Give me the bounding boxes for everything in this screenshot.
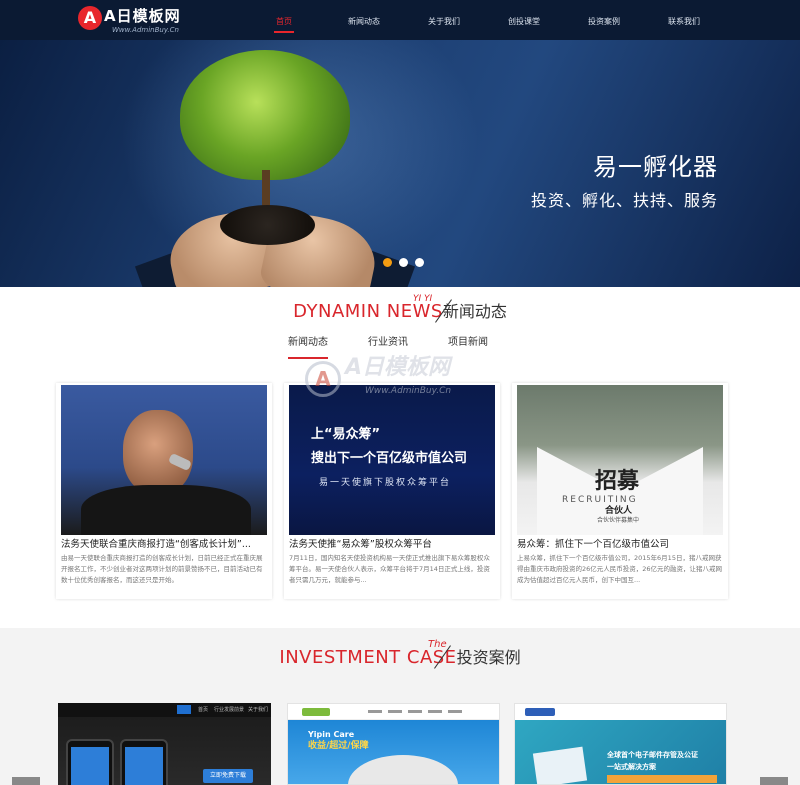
case2-nav-line [428, 710, 442, 713]
case3-logo [525, 708, 555, 716]
case1-nav-item-3: 关于我们 [248, 707, 269, 713]
case2-headline-2: 收益/超过/保障 [308, 741, 369, 751]
case3-highlight-bar [607, 775, 717, 783]
news-card-1[interactable]: 法务天使联合重庆商报打造“创客成长计划”... 由易一天使联合重庆商报打造的创客… [56, 383, 272, 599]
thumb2-line1: 上“易众筹” [311, 427, 381, 442]
case-thumbnail-1[interactable]: 首页 行业发展前景 关于我们 立即免费下载 [58, 703, 271, 785]
carousel-next-arrow-icon[interactable] [760, 777, 788, 785]
news-thumbnail-1[interactable] [61, 385, 267, 535]
news-card-2[interactable]: 上“易众筹” 搜出下一个百亿级市值公司 易一天使旗下股权众筹平台 法务天使推“易… [284, 383, 500, 599]
news-card-3[interactable]: 招募 RECRUITING 合伙人 合伙伙伴募集中 易众筹：抓住下一个百亿级市值… [512, 383, 728, 599]
case-thumbnail-2[interactable]: Yipin Care 收益/超过/保障 [287, 703, 500, 785]
case2-nav-line [388, 710, 402, 713]
nav-item-home[interactable]: 首页 [244, 0, 324, 40]
news-heading-en: DYNAMIN NEWS [293, 301, 443, 322]
case3-line2: 一站式解决方案 [607, 763, 656, 771]
news-heading-tag: YI YI [413, 294, 433, 304]
invest-heading-en: INVESTMENT CASE [279, 647, 457, 668]
news-thumbnail-3[interactable]: 招募 RECRUITING 合伙人 合伙伙伴募集中 [517, 385, 723, 535]
phone-image-1 [66, 739, 114, 785]
case1-nav-item-2: 行业发展前景 [214, 707, 245, 713]
tab-news[interactable]: 新闻动态 [288, 334, 328, 359]
case2-city-image [348, 755, 458, 784]
case3-line1: 全球首个电子邮件存管及公证 [607, 751, 698, 759]
hero-title: 易一孵化器 [593, 153, 718, 181]
news-thumbnail-2[interactable]: 上“易众筹” 搜出下一个百亿级市值公司 易一天使旗下股权众筹平台 [289, 385, 495, 535]
news-title-1[interactable]: 法务天使联合重庆商报打造“创客成长计划”... [61, 537, 267, 553]
tab-projects[interactable]: 项目新闻 [448, 334, 488, 359]
soil-image [220, 205, 315, 245]
slider-dot-1[interactable] [383, 258, 392, 267]
thumb3-line3: 合伙人 [605, 506, 633, 516]
slider-dots [383, 258, 424, 267]
logo-url: Www.AdminBuy.Cn [112, 26, 179, 34]
case2-nav-line [408, 710, 422, 713]
speaker-body-image [81, 485, 251, 535]
case1-nav-item-1: 首页 [198, 707, 209, 713]
logo-text: A日模板网 [104, 7, 181, 25]
case2-nav-line [368, 710, 382, 713]
thumb2-line2: 搜出下一个百亿级市值公司 [311, 451, 468, 466]
invest-heading-cn: 投资案例 [456, 648, 521, 667]
slider-dot-3[interactable] [415, 258, 424, 267]
speaker-head-image [123, 410, 193, 495]
site-logo[interactable]: A A日模板网 Www.AdminBuy.Cn [78, 6, 198, 36]
nav-item-cases[interactable]: 投资案例 [564, 0, 644, 40]
watermark-url: Www.AdminBuy.Cn [365, 386, 452, 396]
news-desc-3: 上易众筹，抓住下一个百亿级市值公司，2015年6月15日，猪八戒网获得由重庆市政… [517, 554, 723, 584]
watermark-text: A日模板网 [345, 355, 451, 380]
hero-banner[interactable]: 易一孵化器 投资、孵化、扶持、服务 [0, 40, 800, 287]
thumb3-line1: 招募 [595, 469, 640, 494]
nav-item-contact[interactable]: 联系我们 [644, 0, 724, 40]
thumb2-line3: 易一天使旗下股权众筹平台 [319, 478, 452, 488]
case3-banner: 全球首个电子邮件存管及公证 一站式解决方案 [515, 720, 726, 784]
nav-item-news[interactable]: 新闻动态 [324, 0, 404, 40]
hero-subtitle: 投资、孵化、扶持、服务 [530, 191, 718, 210]
tree-canopy-image [180, 50, 350, 180]
case2-nav-line [448, 710, 462, 713]
slider-dot-2[interactable] [399, 258, 408, 267]
site-header: A A日模板网 Www.AdminBuy.Cn 首页 新闻动态 关于我们 创投课… [0, 0, 800, 40]
watermark-logo-icon: A [305, 361, 341, 397]
nav-item-classroom[interactable]: 创投课堂 [484, 0, 564, 40]
news-desc-1: 由易一天使联合重庆商报打造的创客成长计划，日前已经正式在重庆展开报名工作，不少创… [61, 554, 263, 584]
case1-nav-selected [177, 705, 191, 714]
news-title-3[interactable]: 易众筹：抓住下一个百亿级市值公司 [517, 537, 723, 553]
case2-logo [302, 708, 330, 716]
logo-mark-icon: A [78, 6, 102, 30]
phone-image-2 [120, 739, 168, 785]
news-title-2[interactable]: 法务天使推“易众筹”股权众筹平台 [289, 537, 495, 553]
case1-download-button: 立即免费下载 [203, 769, 253, 783]
news-heading: DYNAMIN NEWS新闻动态 YI YI [0, 294, 800, 324]
nav-item-about[interactable]: 关于我们 [404, 0, 484, 40]
case2-headline-1: Yipin Care [308, 730, 355, 739]
invest-heading-tag: The [428, 639, 447, 650]
invest-heading: INVESTMENT CASE投资案例 The [0, 640, 800, 670]
case3-envelope-image [532, 746, 588, 784]
main-nav: 首页 新闻动态 关于我们 创投课堂 投资案例 联系我们 [244, 0, 724, 40]
thumb3-line4: 合伙伙伴募集中 [597, 517, 640, 524]
case-thumbnail-3[interactable]: 全球首个电子邮件存管及公证 一站式解决方案 [514, 703, 727, 785]
thumb3-line2: RECRUITING [562, 495, 638, 505]
news-heading-cn: 新闻动态 [442, 302, 507, 321]
carousel-prev-arrow-icon[interactable] [12, 777, 40, 785]
news-desc-2: 7月11日，国内知名天使投资机构易一天使正式推出旗下易众筹股权众筹平台。易一天使… [289, 554, 490, 584]
case2-banner: Yipin Care 收益/超过/保障 [288, 720, 499, 784]
